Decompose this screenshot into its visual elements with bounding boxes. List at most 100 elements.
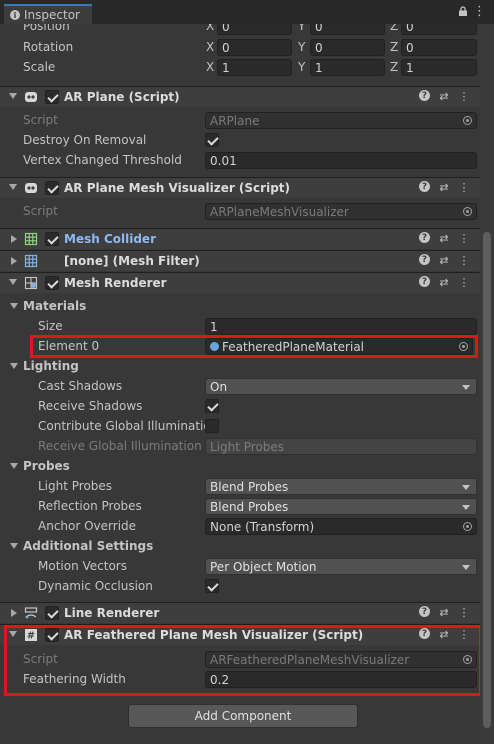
lighting-section[interactable]: Lighting (0, 356, 480, 376)
materials-size-field[interactable]: 1 (205, 318, 477, 335)
component-header-mesh-collider[interactable]: Mesh Collider ? ⇄ ⋮ (0, 228, 480, 249)
script-label: Script (23, 113, 58, 127)
light-probes-row: Light Probes Blend Probes (0, 476, 480, 496)
kebab-menu-icon[interactable]: ⋮ (458, 90, 470, 103)
anchor-override-field[interactable]: None (Transform) (205, 518, 477, 535)
component-title: Mesh Collider (64, 232, 156, 246)
additional-settings-section[interactable]: Additional Settings (0, 536, 480, 556)
materials-section[interactable]: Materials (0, 296, 480, 316)
help-icon[interactable]: ? (419, 90, 430, 101)
reflection-probes-dropdown[interactable]: Blend Probes (205, 498, 477, 515)
enable-checkbox[interactable] (45, 276, 59, 290)
object-picker-icon[interactable] (463, 522, 472, 531)
light-probes-dropdown[interactable]: Blend Probes (205, 478, 477, 495)
scrollbar-track[interactable] (480, 24, 494, 744)
foldout-arrow-icon[interactable] (10, 303, 18, 309)
position-x-field[interactable]: 0 (217, 24, 292, 35)
contribute-gi-label: Contribute Global Illumination (38, 419, 219, 433)
ar-plane-mesh-vis-script-row: Script ARPlaneMeshVisualizer (0, 201, 480, 221)
script-field: ARPlaneMeshVisualizer (205, 203, 477, 220)
add-component-button[interactable]: Add Component (128, 704, 358, 728)
lock-icon[interactable] (458, 6, 468, 16)
position-y-field[interactable]: 0 (310, 24, 385, 35)
rotation-z-field[interactable]: 0 (401, 39, 477, 56)
section-title: Materials (23, 299, 87, 313)
presets-icon[interactable]: ⇄ (438, 90, 450, 103)
axis-y-label: Y (298, 24, 306, 33)
rotation-label: Rotation (23, 40, 74, 54)
foldout-arrow-icon[interactable] (9, 184, 17, 190)
scale-x-field[interactable]: 1 (217, 59, 292, 76)
foldout-arrow-icon[interactable] (10, 363, 18, 369)
probes-section[interactable]: Probes (0, 456, 480, 476)
cast-shadows-dropdown[interactable]: On (205, 378, 477, 395)
position-row: Position X 0 Y 0 Z 0 (0, 24, 480, 36)
script-field: ARPlane (205, 112, 477, 129)
scrollbar-thumb[interactable] (483, 232, 491, 728)
axis-x-label: X (206, 24, 215, 33)
dropdown-value: Blend Probes (210, 479, 289, 494)
info-icon: i (10, 10, 20, 20)
presets-icon[interactable]: ⇄ (438, 181, 450, 194)
component-header-ar-plane[interactable]: AR Plane (Script) ? ⇄ ⋮ (0, 86, 480, 107)
receive-shadows-label: Receive Shadows (38, 399, 143, 413)
foldout-arrow-icon[interactable] (10, 463, 18, 469)
kebab-menu-icon[interactable]: ⋮ (458, 276, 470, 289)
tab-bar: i Inspector ⋮ (0, 0, 494, 24)
enable-checkbox[interactable] (45, 90, 59, 104)
destroy-on-removal-row: Destroy On Removal (0, 130, 480, 150)
component-header-line-renderer[interactable]: Line Renderer ? ⇄ ⋮ (0, 602, 480, 623)
foldout-arrow-icon[interactable] (11, 257, 17, 265)
help-icon[interactable]: ? (419, 276, 430, 287)
axis-y-label: Y (298, 60, 306, 74)
presets-icon[interactable]: ⇄ (438, 232, 450, 245)
tab-inspector-label: Inspector (24, 8, 80, 22)
component-header-mesh-renderer[interactable]: Mesh Renderer ? ⇄ ⋮ (0, 272, 480, 293)
kebab-menu-icon[interactable]: ⋮ (473, 4, 486, 19)
scale-z-field[interactable]: 1 (401, 59, 477, 76)
contribute-gi-checkbox[interactable] (205, 419, 219, 433)
section-title: Additional Settings (23, 539, 154, 553)
rotation-x-field[interactable]: 0 (217, 39, 292, 56)
foldout-arrow-icon[interactable] (9, 279, 17, 285)
line-renderer-icon (24, 607, 38, 619)
destroy-on-removal-checkbox[interactable] (205, 133, 219, 147)
foldout-arrow-icon[interactable] (10, 543, 18, 549)
presets-icon[interactable]: ⇄ (438, 276, 450, 289)
mesh-collider-icon (24, 232, 38, 246)
receive-gi-label: Receive Global Illumination (38, 439, 202, 453)
scale-y-field[interactable]: 1 (310, 59, 385, 76)
tab-inspector[interactable]: i Inspector (4, 4, 92, 24)
kebab-menu-icon[interactable]: ⋮ (458, 181, 470, 194)
position-z-field[interactable]: 0 (401, 24, 477, 35)
vertex-threshold-field[interactable]: 0.01 (205, 152, 477, 169)
component-header-mesh-filter[interactable]: [none] (Mesh Filter) ? ⇄ ⋮ (0, 250, 480, 271)
axis-x-label: X (206, 60, 215, 74)
enable-checkbox[interactable] (45, 232, 59, 246)
receive-shadows-checkbox[interactable] (205, 399, 219, 413)
component-header-ar-plane-mesh-visualizer[interactable]: AR Plane Mesh Visualizer (Script) ? ⇄ ⋮ (0, 177, 480, 198)
motion-vectors-dropdown[interactable]: Per Object Motion (205, 558, 477, 575)
cast-shadows-label: Cast Shadows (38, 379, 123, 393)
rotation-y-field[interactable]: 0 (310, 39, 385, 56)
foldout-arrow-icon[interactable] (9, 93, 17, 99)
presets-icon[interactable]: ⇄ (438, 254, 450, 267)
enable-checkbox[interactable] (45, 606, 59, 620)
help-icon[interactable]: ? (419, 606, 430, 617)
kebab-menu-icon[interactable]: ⋮ (458, 254, 470, 267)
foldout-arrow-icon[interactable] (11, 235, 17, 243)
help-icon[interactable]: ? (419, 254, 430, 265)
foldout-arrow-icon[interactable] (11, 609, 17, 617)
kebab-menu-icon[interactable]: ⋮ (458, 606, 470, 619)
object-picker-icon (463, 207, 472, 216)
size-label: Size (38, 319, 63, 333)
dynamic-occlusion-checkbox[interactable] (205, 579, 219, 593)
help-icon[interactable]: ? (419, 232, 430, 243)
highlight-box-element-0 (30, 335, 478, 358)
presets-icon[interactable]: ⇄ (438, 606, 450, 619)
inspector-content: Position X 0 Y 0 Z 0 Rotation X 0 Y 0 Z … (0, 24, 480, 744)
kebab-menu-icon[interactable]: ⋮ (458, 232, 470, 245)
enable-checkbox[interactable] (45, 181, 59, 195)
component-title: AR Plane Mesh Visualizer (Script) (64, 181, 291, 195)
help-icon[interactable]: ? (419, 181, 430, 192)
